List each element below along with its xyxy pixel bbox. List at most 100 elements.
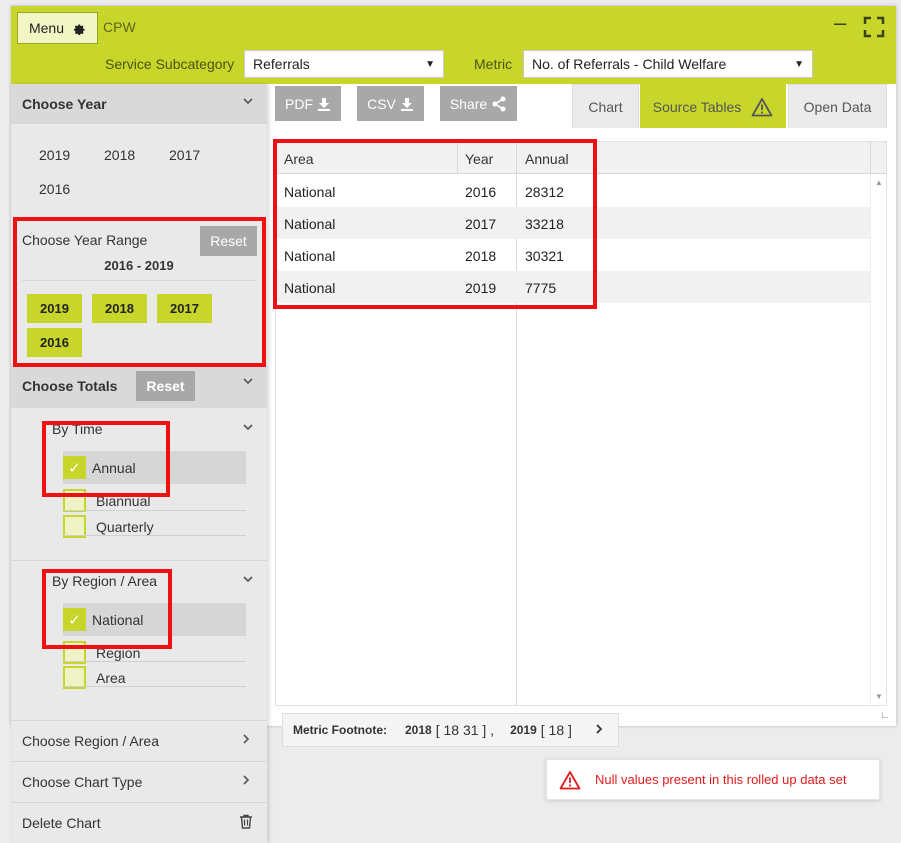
checkbox-checked[interactable]: ✓: [63, 456, 86, 479]
year-option[interactable]: 2017: [169, 147, 200, 163]
table-row[interactable]: National 2016 28312: [276, 175, 870, 207]
scroll-down-icon[interactable]: ▼: [875, 692, 883, 701]
scroll-up-icon[interactable]: ▲: [875, 178, 883, 187]
by-time-title[interactable]: By Time: [52, 421, 103, 437]
warning-icon: [751, 97, 773, 116]
option-label: Annual: [92, 459, 136, 476]
cell-annual: 33218: [525, 216, 564, 232]
option-label: National: [92, 611, 144, 628]
tab-chart[interactable]: Chart: [572, 84, 639, 128]
footnote-refs[interactable]: [ 18 31 ] ,: [436, 722, 494, 738]
null-values-alert: Null values present in this rolled up da…: [546, 759, 880, 800]
table-header: Area Year Annual: [276, 142, 886, 174]
table-row[interactable]: National 2017 33218: [276, 207, 870, 239]
resize-handle-icon[interactable]: ∟: [880, 710, 890, 721]
tab-source-tables[interactable]: Source Tables: [640, 84, 786, 128]
warning-icon: [559, 770, 581, 789]
metric-label: Metric: [474, 56, 513, 72]
chevron-down-icon: [243, 378, 253, 385]
pdf-label: PDF: [285, 95, 313, 112]
option-quarterly[interactable]: Quarterly: [63, 510, 246, 543]
gear-icon: [73, 24, 85, 35]
totals-reset-button[interactable]: Reset: [136, 371, 195, 401]
cell-annual: 7775: [525, 280, 557, 296]
chevron-right-icon: [243, 775, 250, 785]
chevron-right-icon: [243, 734, 250, 744]
service-subcategory-select[interactable]: Referrals ▼: [244, 50, 444, 78]
service-subcategory-value: Referrals: [253, 56, 310, 72]
option-label: Region: [96, 644, 141, 661]
alert-message: Null values present in this rolled up da…: [595, 772, 847, 787]
tab-open-data[interactable]: Open Data: [788, 84, 887, 128]
chip-label: 2016: [40, 335, 69, 350]
nav-choose-chart-type[interactable]: Choose Chart Type: [11, 761, 267, 802]
column-header-area[interactable]: Area: [284, 151, 314, 167]
chevron-down-icon: [243, 576, 253, 583]
choose-totals-header[interactable]: Choose Totals Reset: [11, 364, 267, 408]
minimize-icon[interactable]: –: [834, 12, 846, 34]
sidebar: Choose Year 2019 2018 2017 2016 Choose Y…: [11, 84, 267, 843]
menu-button[interactable]: Menu: [17, 12, 98, 44]
fullscreen-icon[interactable]: [863, 16, 885, 38]
pdf-button[interactable]: PDF: [275, 86, 341, 121]
year-range-value: 2016 - 2019: [104, 258, 174, 273]
top-bar: Menu CPW – Service Subcategory Referrals…: [11, 6, 896, 84]
cell-year: 2017: [465, 216, 497, 232]
metric-select[interactable]: No. of Referrals - Child Welfare ▼: [523, 50, 813, 78]
choose-year-header[interactable]: Choose Year: [11, 84, 267, 124]
option-national[interactable]: ✓ National: [63, 603, 246, 636]
cell-year: 2018: [465, 248, 497, 264]
metric-footnote: Metric Footnote: 2018 [ 18 31 ] , 2019 […: [282, 713, 619, 747]
nav-delete-chart[interactable]: Delete Chart: [11, 802, 267, 843]
option-area[interactable]: Area: [63, 661, 246, 694]
cell-year: 2019: [465, 280, 497, 296]
trash-icon: [240, 814, 252, 829]
nav-label: Delete Chart: [22, 815, 101, 831]
table-row[interactable]: National 2018 30321: [276, 239, 870, 271]
divider: [63, 535, 246, 536]
caret-down-icon: ▼: [794, 58, 804, 70]
share-label: Share: [449, 95, 488, 112]
tab-open-data-label: Open Data: [803, 98, 872, 115]
year-range-reset-button[interactable]: Reset: [200, 226, 257, 256]
table-row[interactable]: National 2019 7775: [276, 271, 870, 303]
year-range-chip[interactable]: 2017: [157, 294, 212, 323]
vertical-scrollbar[interactable]: ▲ ▼: [870, 174, 886, 705]
footnote-refs[interactable]: [ 18 ]: [541, 722, 572, 738]
checkbox[interactable]: [63, 489, 86, 512]
footnote-label: Metric Footnote:: [293, 723, 387, 737]
cell-annual: 28312: [525, 184, 564, 200]
column-divider: [457, 142, 458, 174]
chevron-down-icon: [243, 424, 253, 431]
option-label: Quarterly: [96, 518, 154, 535]
reset-label: Reset: [146, 378, 185, 394]
column-header-annual[interactable]: Annual: [525, 151, 569, 167]
year-option[interactable]: 2018: [104, 147, 135, 163]
share-button[interactable]: Share: [440, 86, 517, 121]
by-region-title[interactable]: By Region / Area: [52, 573, 157, 589]
year-range-chip[interactable]: 2018: [92, 294, 147, 323]
metric-value: No. of Referrals - Child Welfare: [532, 56, 727, 72]
app-name: CPW: [103, 19, 136, 35]
year-range-chip[interactable]: 2016: [27, 328, 82, 357]
year-option[interactable]: 2019: [39, 147, 70, 163]
column-header-year[interactable]: Year: [465, 151, 493, 167]
option-label: Biannual: [96, 492, 151, 509]
divider: [22, 280, 256, 281]
by-region-panel: By Region / Area ✓ National Region Area: [11, 560, 267, 711]
checkbox-checked[interactable]: ✓: [63, 608, 86, 631]
footnote-year: 2019: [510, 723, 537, 737]
cell-area: National: [284, 280, 336, 296]
csv-button[interactable]: CSV: [357, 86, 424, 121]
year-range-panel: Choose Year Range Reset 2016 - 2019 2019…: [11, 214, 267, 364]
year-range-title: Choose Year Range: [22, 232, 148, 248]
year-option[interactable]: 2016: [39, 181, 70, 197]
nav-choose-region-area[interactable]: Choose Region / Area: [11, 720, 267, 761]
csv-label: CSV: [367, 95, 396, 112]
chevron-right-icon[interactable]: [592, 722, 606, 736]
option-annual[interactable]: ✓ Annual: [63, 451, 246, 484]
footnote-year: 2018: [405, 723, 432, 737]
reset-label: Reset: [210, 233, 247, 249]
year-list: 2019 2018 2017 2016: [11, 124, 267, 214]
year-range-chip[interactable]: 2019: [27, 294, 82, 323]
